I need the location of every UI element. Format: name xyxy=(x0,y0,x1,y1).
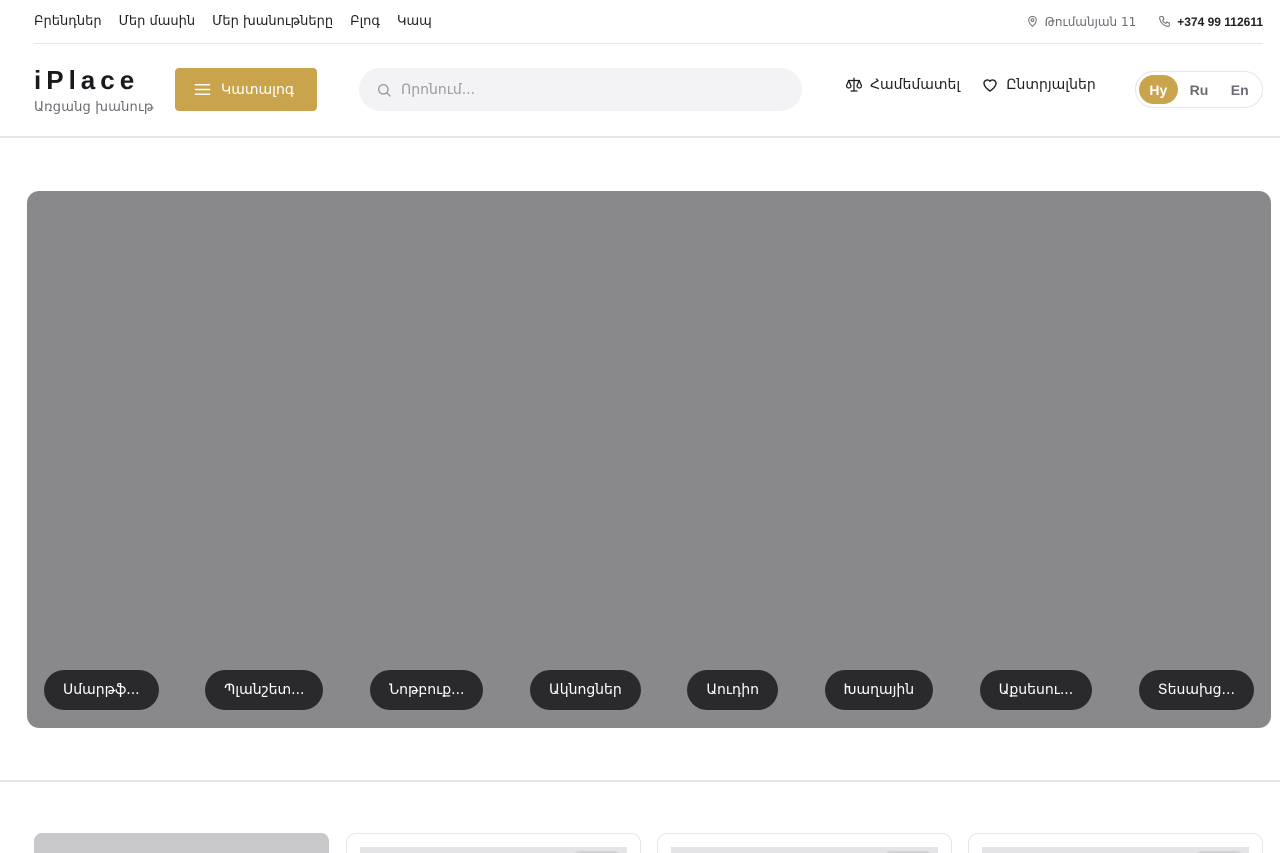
search-icon xyxy=(378,83,391,97)
catalog-button[interactable]: Կատալոգ xyxy=(175,68,317,111)
category-chip-glasses[interactable]: Ակնոցներ xyxy=(529,670,641,710)
header-actions: Համեմատել Ընտրյալներ xyxy=(845,76,1096,94)
site-logo[interactable]: iPlace Առցանց խանութ xyxy=(34,66,154,115)
favorites-label: Ընտրյալներ xyxy=(1006,77,1096,93)
category-chips: Սմարթֆ... Պլանշետ... Նոթբուք... Ակնոցներ… xyxy=(44,670,1254,710)
scale-icon xyxy=(845,77,863,92)
compare-button[interactable]: Համեմատել xyxy=(845,76,960,94)
product-card[interactable] xyxy=(657,833,952,853)
menu-icon xyxy=(194,84,211,95)
category-chip-tablets[interactable]: Պլանշետ... xyxy=(205,670,324,710)
lang-hy[interactable]: Hy xyxy=(1139,75,1178,104)
favorites-button[interactable]: Ընտրյալներ xyxy=(981,76,1096,94)
category-chip-smartphones[interactable]: Սմարթֆ... xyxy=(44,670,159,710)
top-nav: Բրենդներ Մեր մասին Մեր խանութները Բլոգ Կ… xyxy=(34,14,432,29)
compare-label: Համեմատել xyxy=(870,77,961,93)
phone-link[interactable]: +374 99 112611 xyxy=(1158,15,1263,29)
promo-card[interactable] xyxy=(34,833,329,853)
hero-banner[interactable]: Սմարթֆ... Պլանշետ... Նոթբուք... Ակնոցներ… xyxy=(27,191,1271,728)
lang-ru[interactable]: Ru xyxy=(1180,75,1219,104)
category-chip-accessories[interactable]: Աքսեսու... xyxy=(979,670,1093,710)
main-header: iPlace Առցանց խանութ Կատալոգ Համեմատել Ը… xyxy=(0,44,1280,138)
section-divider xyxy=(0,780,1280,782)
phone-icon xyxy=(1159,16,1171,27)
category-chip-audio[interactable]: Աուդիո xyxy=(687,670,779,710)
product-card[interactable] xyxy=(346,833,641,853)
product-card[interactable] xyxy=(968,833,1263,853)
logo-subtitle: Առցանց խանութ xyxy=(34,100,154,115)
store-address[interactable]: Թումանյան 11 xyxy=(1026,14,1137,29)
category-chip-cameras[interactable]: Տեսախց... xyxy=(1138,670,1254,710)
nav-link-brands[interactable]: Բրենդներ xyxy=(34,14,102,29)
language-switcher: Hy Ru En xyxy=(1135,71,1263,108)
nav-link-contact[interactable]: Կապ xyxy=(397,14,432,29)
address-text: Թումանյան 11 xyxy=(1044,14,1137,29)
search-input[interactable] xyxy=(401,81,781,98)
lang-en[interactable]: En xyxy=(1220,75,1259,104)
category-chip-gaming[interactable]: Խաղային xyxy=(824,670,934,710)
catalog-label: Կատալոգ xyxy=(221,81,295,98)
logo-title: iPlace xyxy=(34,65,140,95)
product-cards xyxy=(34,833,1263,853)
nav-link-blog[interactable]: Բլոգ xyxy=(350,14,380,29)
nav-link-about[interactable]: Մեր մասին xyxy=(119,14,196,29)
top-info: Թումանյան 11 +374 99 112611 xyxy=(1026,15,1263,29)
search-bar[interactable] xyxy=(359,68,802,111)
phone-text: +374 99 112611 xyxy=(1177,14,1263,29)
category-chip-notebooks[interactable]: Նոթբուք... xyxy=(369,670,484,710)
nav-link-stores[interactable]: Մեր խանութները xyxy=(212,14,333,29)
location-icon xyxy=(1027,15,1037,28)
heart-icon xyxy=(983,79,997,92)
top-bar: Բրենդներ Մեր մասին Մեր խանութները Բլոգ Կ… xyxy=(34,0,1263,44)
